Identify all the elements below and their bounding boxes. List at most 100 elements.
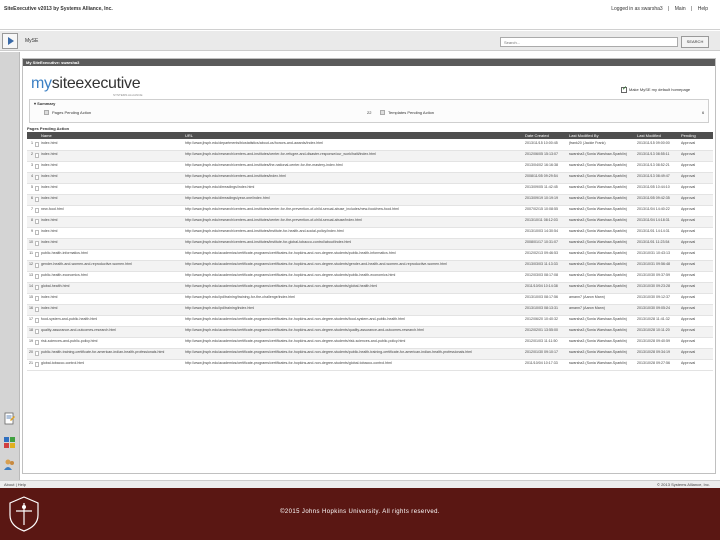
page-url[interactable]: http://www.jhsph.edu/academics/certifica… [185,284,520,289]
page-url[interactable]: http://www.jhsph.edu/academics/certifica… [185,251,520,256]
page-name-link[interactable]: index.html [41,240,181,245]
checkbox-icon[interactable] [621,85,627,93]
pending-status[interactable]: Approval [681,284,713,289]
pending-status[interactable]: Approval [681,218,713,223]
table-row[interactable]: 14 global-health.html http://www.jhsph.edu… [27,283,713,294]
page-name-link[interactable]: public-health-economics.html [41,273,181,278]
page-name-link[interactable]: index.html [41,229,181,234]
page-name-link[interactable]: food-system-and-public-health.html [41,317,181,322]
page-name-link[interactable]: index.html [41,295,181,300]
page-url[interactable]: http://www.jhsph.edu/academics/certifica… [185,361,520,366]
pending-status[interactable]: Approval [681,229,713,234]
page-url[interactable]: http://www.jhsph.edu/academics/certifica… [185,262,520,267]
footer-help-link[interactable]: Help [18,482,26,487]
page-name-link[interactable]: public-health-informatics.html [41,251,181,256]
table-row[interactable]: 17 food-system-and-public-health.html http… [27,316,713,327]
page-name-link[interactable]: global-health.html [41,284,181,289]
page-name-link[interactable]: index.html [41,163,181,168]
pending-status[interactable]: Approval [681,262,713,267]
page-url[interactable]: http://www.jhsph.edu/academics/certifica… [185,350,520,355]
table-row[interactable]: 19 risk-sciences-and-public-policy.html ht… [27,338,713,349]
pending-status[interactable]: Approval [681,317,713,322]
table-row[interactable]: 2 index.html http://www.jhsph.edu/research… [27,151,713,162]
table-row[interactable]: 4 index.html http://www.jhsph.edu/research… [27,173,713,184]
page-name-link[interactable]: index.html [41,306,181,311]
breadcrumb[interactable]: MySE [25,38,38,44]
table-row[interactable]: 6 index.html http://www.jhsph.edu/dirreadi… [27,195,713,206]
table-row[interactable]: 9 index.html http://www.jhsph.edu/research… [27,228,713,239]
page-url[interactable]: http://www.jhsph.edu/research/centers-an… [185,240,520,245]
search-input[interactable] [500,37,678,47]
page-name-link[interactable]: global-tobacco-control.html [41,361,181,366]
pending-status[interactable]: Approval [681,196,713,201]
pages-pending-link[interactable]: Pages Pending Action [44,110,91,116]
page-name-link[interactable]: index.html [41,185,181,190]
pending-status[interactable]: Approval [681,273,713,278]
pending-status[interactable]: Approval [681,207,713,212]
about-link[interactable]: About [4,482,14,487]
table-row[interactable]: 3 index.html http://www.jhsph.edu/research… [27,162,713,173]
table-row[interactable]: 12 gender-health-and-women-and-reproducti… [27,261,713,272]
column-header-last-modified-by[interactable]: Last Modified By [569,132,633,139]
page-url[interactable]: http://www.jhsph.edu/research/centers-an… [185,163,520,168]
table-row[interactable]: 13 public-health-economics.html http://www… [27,272,713,283]
table-row[interactable]: 21 global-tobacco-control.html http://www.… [27,360,713,371]
page-url[interactable]: http://www.jhsph.edu/academics/certifica… [185,339,520,344]
page-name-link[interactable]: index.html [41,152,181,157]
pending-status[interactable]: Approval [681,141,713,146]
pending-status[interactable]: Approval [681,328,713,333]
page-url[interactable]: http://www.jhsph.edu/ipd/training/index.… [185,306,520,311]
summary-title[interactable]: ▾ Summary [34,101,55,106]
page-name-link[interactable]: risk-sciences-and-public-policy.html [41,339,181,344]
table-row[interactable]: 18 quality-assurance-and-outcomes-researc… [27,327,713,338]
page-url[interactable]: http://www.jhsph.edu/research/centers-an… [185,152,520,157]
page-url[interactable]: http://www.jhsph.edu/dirreadings/index.h… [185,185,520,190]
main-link[interactable]: Main [675,6,686,12]
page-name-link[interactable]: index.html [41,174,181,179]
table-row[interactable]: 7 new-food.html http://www.jhsph.edu/resea… [27,206,713,217]
table-row[interactable]: 15 index.html http://www.jhsph.edu/ipd/tra… [27,294,713,305]
pending-status[interactable]: Approval [681,350,713,355]
pending-status[interactable]: Approval [681,251,713,256]
pending-status[interactable]: Approval [681,185,713,190]
table-row[interactable]: 8 index.html http://www.jhsph.edu/research… [27,217,713,228]
pending-status[interactable]: Approval [681,295,713,300]
column-header-name[interactable]: Name [41,132,181,139]
pending-status[interactable]: Approval [681,240,713,245]
column-header-pending[interactable]: Pending [681,132,713,139]
page-url[interactable]: http://www.jhsph.edu/research/centers-an… [185,218,520,223]
pending-status[interactable]: Approval [681,152,713,157]
pending-status[interactable]: Approval [681,174,713,179]
page-url[interactable]: http://www.jhsph.edu/research/centers-an… [185,174,520,179]
page-name-link[interactable]: public-health-training-certificate-for-a… [41,350,181,355]
table-row[interactable]: 10 index.html http://www.jhsph.edu/researc… [27,239,713,250]
default-homepage-checkbox[interactable]: Make MySE my default homepage [621,85,690,93]
table-row[interactable]: 20 public-health-training-certificate-for… [27,349,713,360]
search-button[interactable]: SEARCH [681,36,709,48]
help-link[interactable]: Help [698,6,708,12]
table-row[interactable]: 16 index.html http://www.jhsph.edu/ipd/tra… [27,305,713,316]
page-name-link[interactable]: index.html [41,196,181,201]
table-row[interactable]: 11 public-health-informatics.html http://w… [27,250,713,261]
play-icon[interactable] [2,33,18,49]
page-name-link[interactable]: new-food.html [41,207,181,212]
pending-status[interactable]: Approval [681,306,713,311]
pending-status[interactable]: Approval [681,339,713,344]
pending-status[interactable]: Approval [681,163,713,168]
table-row[interactable]: 5 index.html http://www.jhsph.edu/dirreadi… [27,184,713,195]
page-url[interactable]: http://www.jhsph.edu/departments/biostat… [185,141,520,146]
users-icon[interactable] [3,458,16,471]
page-name-link[interactable]: index.html [41,141,181,146]
page-name-link[interactable]: gender-health-and-women-and-reproductive… [41,262,181,267]
page-url[interactable]: http://www.jhsph.edu/dirreadings/year-on… [185,196,520,201]
page-url[interactable]: http://www.jhsph.edu/research/centers-an… [185,229,520,234]
document-edit-icon[interactable] [3,412,16,425]
page-url[interactable]: http://www.jhsph.edu/academics/certifica… [185,273,520,278]
page-url[interactable]: http://www.jhsph.edu/research/centers-an… [185,207,520,212]
table-row[interactable]: 1 index.html http://www.jhsph.edu/departme… [27,140,713,151]
templates-pending-link[interactable]: Templates Pending Action [380,110,434,116]
pending-status[interactable]: Approval [681,361,713,366]
page-name-link[interactable]: quality-assurance-and-outcomes-research.… [41,328,181,333]
column-header-url[interactable]: URL [185,132,520,139]
modules-icon[interactable] [3,436,16,449]
